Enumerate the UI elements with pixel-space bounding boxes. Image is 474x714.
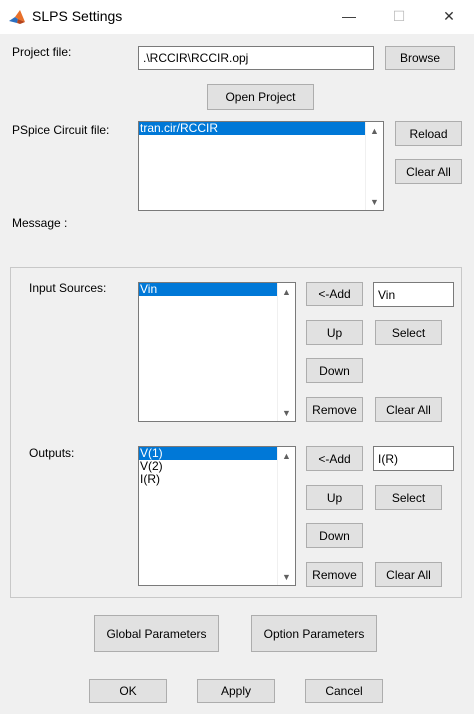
output-field[interactable]: I(R): [373, 446, 454, 471]
outputs-label: Outputs:: [29, 446, 75, 460]
list-item[interactable]: tran.cir/RCCIR: [139, 122, 365, 135]
chevron-down-icon[interactable]: ▼: [278, 404, 295, 421]
select-input-button[interactable]: Select: [375, 320, 442, 345]
ok-button[interactable]: OK: [89, 679, 167, 703]
chevron-down-icon[interactable]: ▼: [366, 193, 383, 210]
add-input-button[interactable]: <-Add: [306, 282, 363, 306]
list-item[interactable]: Vin: [139, 283, 277, 296]
circuit-file-list[interactable]: tran.cir/RCCIR ▲ ▼: [138, 121, 384, 211]
scrollbar[interactable]: ▲ ▼: [277, 283, 295, 421]
global-parameters-button[interactable]: Global Parameters: [94, 615, 219, 652]
project-file-label: Project file:: [12, 45, 72, 59]
remove-input-button[interactable]: Remove: [306, 397, 363, 422]
cancel-button[interactable]: Cancel: [305, 679, 383, 703]
input-source-field[interactable]: Vin: [373, 282, 454, 307]
matlab-icon: [9, 10, 25, 24]
circuit-file-label: PSpice Circuit file:: [12, 123, 110, 137]
chevron-down-icon[interactable]: ▼: [278, 568, 295, 585]
scrollbar[interactable]: ▲ ▼: [277, 447, 295, 585]
chevron-up-icon[interactable]: ▲: [366, 122, 383, 139]
add-output-button[interactable]: <-Add: [306, 446, 363, 471]
move-output-up-button[interactable]: Up: [306, 485, 363, 510]
remove-output-button[interactable]: Remove: [306, 562, 363, 587]
outputs-list[interactable]: V(1) V(2) I(R) ▲ ▼: [138, 446, 296, 586]
minimize-button[interactable]: —: [334, 4, 364, 28]
window-title: SLPS Settings: [32, 8, 123, 24]
browse-button[interactable]: Browse: [385, 46, 455, 70]
clear-all-inputs-button[interactable]: Clear All: [375, 397, 442, 422]
close-button[interactable]: ✕: [434, 4, 464, 28]
option-parameters-button[interactable]: Option Parameters: [251, 615, 377, 652]
select-output-button[interactable]: Select: [375, 485, 442, 510]
maximize-button: ☐: [392, 8, 406, 24]
list-item[interactable]: V(2): [139, 460, 295, 473]
chevron-up-icon[interactable]: ▲: [278, 447, 295, 464]
move-input-up-button[interactable]: Up: [306, 320, 363, 345]
project-file-field[interactable]: .\RCCIR\RCCIR.opj: [138, 46, 374, 70]
move-input-down-button[interactable]: Down: [306, 358, 363, 383]
input-sources-label: Input Sources:: [29, 281, 107, 295]
list-item[interactable]: I(R): [139, 473, 295, 486]
clear-all-outputs-button[interactable]: Clear All: [375, 562, 442, 587]
clear-all-circuit-button[interactable]: Clear All: [395, 159, 462, 184]
move-output-down-button[interactable]: Down: [306, 523, 363, 548]
apply-button[interactable]: Apply: [197, 679, 275, 703]
chevron-up-icon[interactable]: ▲: [278, 283, 295, 300]
open-project-button[interactable]: Open Project: [207, 84, 314, 110]
reload-button[interactable]: Reload: [395, 121, 462, 146]
input-sources-list[interactable]: Vin ▲ ▼: [138, 282, 296, 422]
message-label: Message :: [12, 216, 68, 230]
scrollbar[interactable]: ▲ ▼: [365, 122, 383, 210]
